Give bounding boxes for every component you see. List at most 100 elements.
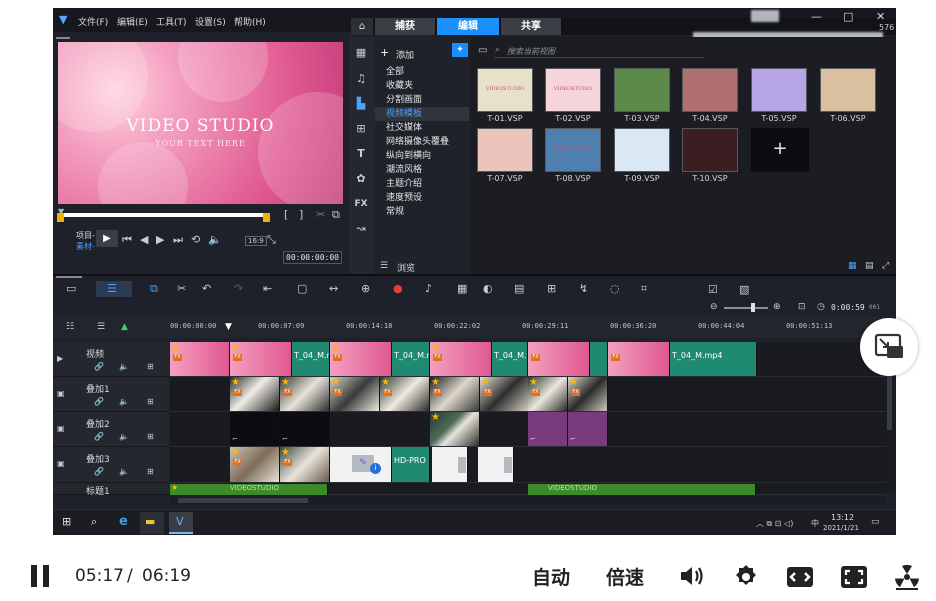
storyboard-view-icon[interactable]: ▭ bbox=[66, 282, 76, 295]
pan-zoom-icon[interactable]: ⊕ bbox=[361, 282, 370, 295]
menu-edit[interactable]: 编辑(E) bbox=[117, 15, 148, 28]
mute-icon[interactable]: 🔈 bbox=[119, 467, 129, 476]
link-icon[interactable]: 🔗 bbox=[94, 467, 104, 476]
ripple-edit-icon[interactable]: ▲ bbox=[121, 322, 128, 332]
video-clip[interactable]: T_04_M.r bbox=[392, 342, 430, 376]
overlay1-clip[interactable]: ★ FX bbox=[430, 377, 480, 411]
mute-icon[interactable]: 🔈 bbox=[119, 432, 129, 441]
transition-icon[interactable]: ⊞ bbox=[351, 120, 371, 138]
track-options-icon[interactable]: ☰ bbox=[97, 322, 105, 332]
home-start-icon[interactable]: ⏮ bbox=[122, 234, 132, 245]
video-clip[interactable]: FX bbox=[528, 342, 590, 376]
template-thumbnail[interactable] bbox=[614, 128, 670, 172]
template-thumbnail[interactable] bbox=[820, 68, 876, 112]
aspect-ratio-select[interactable]: 16:9 bbox=[245, 236, 267, 246]
search-field[interactable]: ⌕ 搜索当前视图 bbox=[494, 44, 704, 58]
folder-icon[interactable]: ▭ bbox=[478, 45, 487, 56]
overlay3-clip[interactable] bbox=[432, 447, 468, 482]
trim-bar[interactable] bbox=[60, 213, 268, 217]
menu-file[interactable]: 文件(F) bbox=[78, 15, 108, 28]
undo-icon[interactable]: ↶ bbox=[202, 282, 211, 295]
add-icon[interactable]: + bbox=[380, 46, 389, 59]
track-list-icon[interactable]: ☷ bbox=[66, 322, 74, 332]
preview-timecode[interactable]: 00:00:00:00 bbox=[283, 251, 342, 264]
overlay2-clip[interactable]: ★ bbox=[430, 412, 480, 446]
browse-icon[interactable]: ☰ bbox=[380, 261, 388, 271]
template-thumbnail[interactable]: VIDEOSTUDIO bbox=[545, 68, 601, 112]
template-thumbnail[interactable]: VIDEOSTUDIO bbox=[545, 128, 601, 172]
track-manager-icon[interactable]: ⧉ bbox=[150, 282, 158, 296]
category-portrait-to-landscape[interactable]: 纵向到横向 bbox=[386, 149, 431, 163]
visibility-icon[interactable]: ⊞ bbox=[147, 432, 154, 441]
trim-end-marker[interactable] bbox=[263, 213, 270, 222]
trim-start-marker[interactable] bbox=[57, 213, 64, 222]
volume-icon[interactable]: 🔈 bbox=[208, 234, 222, 245]
tab-edit[interactable]: 编辑 bbox=[437, 18, 499, 35]
thumbnail-view-icon[interactable]: ▦ bbox=[848, 261, 857, 271]
menu-settings[interactable]: 设置(S) bbox=[195, 15, 226, 28]
record-icon[interactable]: ● bbox=[393, 282, 403, 295]
clock-time[interactable]: 13:12 bbox=[831, 513, 854, 522]
add-template-tile[interactable]: + bbox=[751, 128, 809, 172]
quality-auto-button[interactable]: 自动 bbox=[532, 563, 570, 590]
pip-button[interactable] bbox=[860, 318, 918, 376]
overlay2-clip[interactable]: ⌐ bbox=[230, 412, 280, 446]
radiation-icon[interactable] bbox=[892, 562, 922, 592]
file-explorer-button[interactable]: ▬ bbox=[140, 512, 164, 534]
next-frame-icon[interactable]: ▶ bbox=[156, 234, 164, 245]
overlay3-clip[interactable]: ★ FX bbox=[280, 447, 330, 482]
fit-project-icon[interactable]: ⊡ bbox=[798, 302, 806, 312]
category-social-media[interactable]: 社交媒体 bbox=[386, 121, 422, 135]
end-icon[interactable]: ⏭ bbox=[173, 234, 183, 245]
overlay2-clip[interactable]: ⌐ bbox=[528, 412, 568, 446]
video-clip[interactable]: T_04_M.r bbox=[292, 342, 330, 376]
redo-icon[interactable]: ↷ bbox=[234, 282, 243, 295]
category-split-screen[interactable]: 分割画面 bbox=[386, 93, 422, 107]
overlay1-clip[interactable]: ★ FX bbox=[280, 377, 330, 411]
media-icon[interactable]: ▦ bbox=[351, 44, 371, 62]
zoom-slider-handle[interactable] bbox=[751, 303, 755, 312]
zoom-in-icon[interactable]: ⊕ bbox=[773, 302, 781, 312]
video-clip[interactable]: ★ FX bbox=[170, 342, 230, 376]
template-thumbnail[interactable] bbox=[682, 128, 738, 172]
mark-out-icon[interactable]: ] bbox=[299, 209, 303, 220]
menu-tools[interactable]: 工具(T) bbox=[156, 15, 187, 28]
template-thumbnail[interactable] bbox=[751, 68, 807, 112]
playback-speed-button[interactable]: 倍速 bbox=[606, 563, 644, 590]
tab-share[interactable]: 共享 bbox=[501, 18, 561, 35]
pause-icon[interactable] bbox=[31, 565, 37, 587]
edge-browser-icon[interactable]: e bbox=[119, 514, 128, 529]
visibility-icon[interactable]: ⊞ bbox=[147, 362, 154, 371]
template-thumbnail[interactable] bbox=[477, 128, 533, 172]
title-icon[interactable]: T bbox=[351, 145, 371, 163]
category-webcam-overlay[interactable]: 网络摄像头覆叠 bbox=[386, 135, 449, 149]
overlay3-clip[interactable]: HD-PRO bbox=[392, 447, 430, 482]
mute-icon[interactable]: 🔈 bbox=[119, 362, 129, 371]
resize-icon[interactable]: ⤡ bbox=[267, 234, 276, 245]
web-fullscreen-icon[interactable] bbox=[785, 564, 815, 590]
play-button[interactable]: ▶ bbox=[96, 230, 118, 247]
video-clip[interactable]: FX bbox=[608, 342, 670, 376]
instant-project-icon[interactable]: ▙ bbox=[351, 95, 371, 113]
link-icon[interactable]: 🔗 bbox=[94, 362, 104, 371]
browse-label[interactable]: 浏览 bbox=[397, 261, 415, 274]
video-clip[interactable]: ★ FX bbox=[430, 342, 492, 376]
options-icon[interactable]: ⤢ bbox=[882, 261, 889, 271]
overlay1-clip[interactable]: ★ FX bbox=[480, 377, 530, 411]
template-thumbnail[interactable]: VIDEOSTUDIO bbox=[477, 68, 533, 112]
template-thumbnail[interactable] bbox=[682, 68, 738, 112]
fit-to-window-icon[interactable]: ⇤ bbox=[263, 282, 272, 295]
visibility-icon[interactable]: ⊞ bbox=[147, 467, 154, 476]
zoom-slider[interactable] bbox=[724, 307, 768, 309]
videostudio-taskbar-button[interactable]: V bbox=[169, 512, 193, 534]
notification-icon[interactable]: ▭ bbox=[871, 517, 880, 527]
motion-tracking-icon[interactable]: ↯ bbox=[579, 282, 588, 295]
blend-icon[interactable]: ◌ bbox=[610, 282, 620, 295]
repeat-icon[interactable]: ⟲ bbox=[191, 234, 200, 245]
category-video-templates[interactable]: 视频模板 bbox=[386, 107, 422, 121]
smart-proxy-icon[interactable]: ⌗ bbox=[641, 282, 647, 296]
overlay3-clip[interactable]: ✎ i bbox=[330, 447, 392, 482]
playhead-marker[interactable]: ▼ bbox=[225, 322, 232, 332]
checkbox-icon[interactable]: ☑ bbox=[708, 283, 718, 296]
mask-icon[interactable]: ◐ bbox=[483, 282, 493, 295]
